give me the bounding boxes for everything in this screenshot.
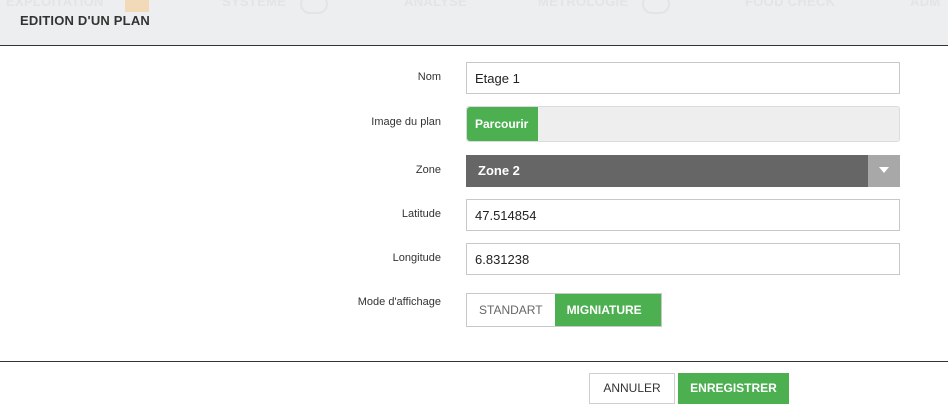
chevron-down-icon	[879, 167, 889, 173]
latitude-label: Latitude	[401, 208, 441, 220]
save-button[interactable]: ENREGISTRER	[678, 373, 789, 404]
zone-select[interactable]: Zone 2	[466, 155, 900, 187]
image-label: Image du plan	[371, 116, 441, 128]
nav-item-metrologie: METROLOGIE	[538, 0, 629, 9]
mode-label: Mode d'affichage	[357, 296, 441, 308]
nav-item-food-check: FOOD CHECK	[745, 0, 836, 9]
nav-item-analyse: ANALYSE	[404, 0, 468, 9]
mode-option-standart[interactable]: STANDART	[467, 294, 555, 326]
mode-option-migniature[interactable]: MIGNIATURE	[554, 294, 661, 326]
zone-selected-value: Zone 2	[478, 163, 520, 178]
footer-divider	[0, 361, 948, 362]
nav-item-systeme: SYSTEME	[222, 0, 287, 9]
nav-item-administration: ADM	[910, 0, 941, 9]
cancel-button[interactable]: ANNULER	[589, 373, 675, 404]
nav-item-exploitation: EXPLOITATION	[6, 0, 104, 9]
exploitation-badge-icon	[125, 0, 149, 12]
modal-title: EDITION D'UN PLAN	[20, 13, 150, 28]
metrologie-counter-icon	[642, 0, 670, 14]
nom-label: Nom	[417, 71, 441, 83]
modal-header: EXPLOITATION SYSTEME ANALYSE METROLOGIE …	[0, 0, 948, 46]
nom-input[interactable]: Etage 1	[466, 62, 900, 94]
image-file-field[interactable]: Parcourir	[466, 106, 900, 142]
longitude-label: Longitude	[392, 252, 441, 264]
zone-dropdown-toggle[interactable]	[868, 155, 900, 187]
zone-label: Zone	[415, 164, 441, 176]
longitude-input[interactable]: 6.831238	[466, 243, 900, 275]
latitude-input[interactable]: 47.514854	[466, 199, 900, 231]
systeme-counter-icon	[300, 0, 328, 14]
browse-button[interactable]: Parcourir	[467, 107, 538, 141]
display-mode-toggle: STANDART MIGNIATURE	[466, 293, 662, 327]
